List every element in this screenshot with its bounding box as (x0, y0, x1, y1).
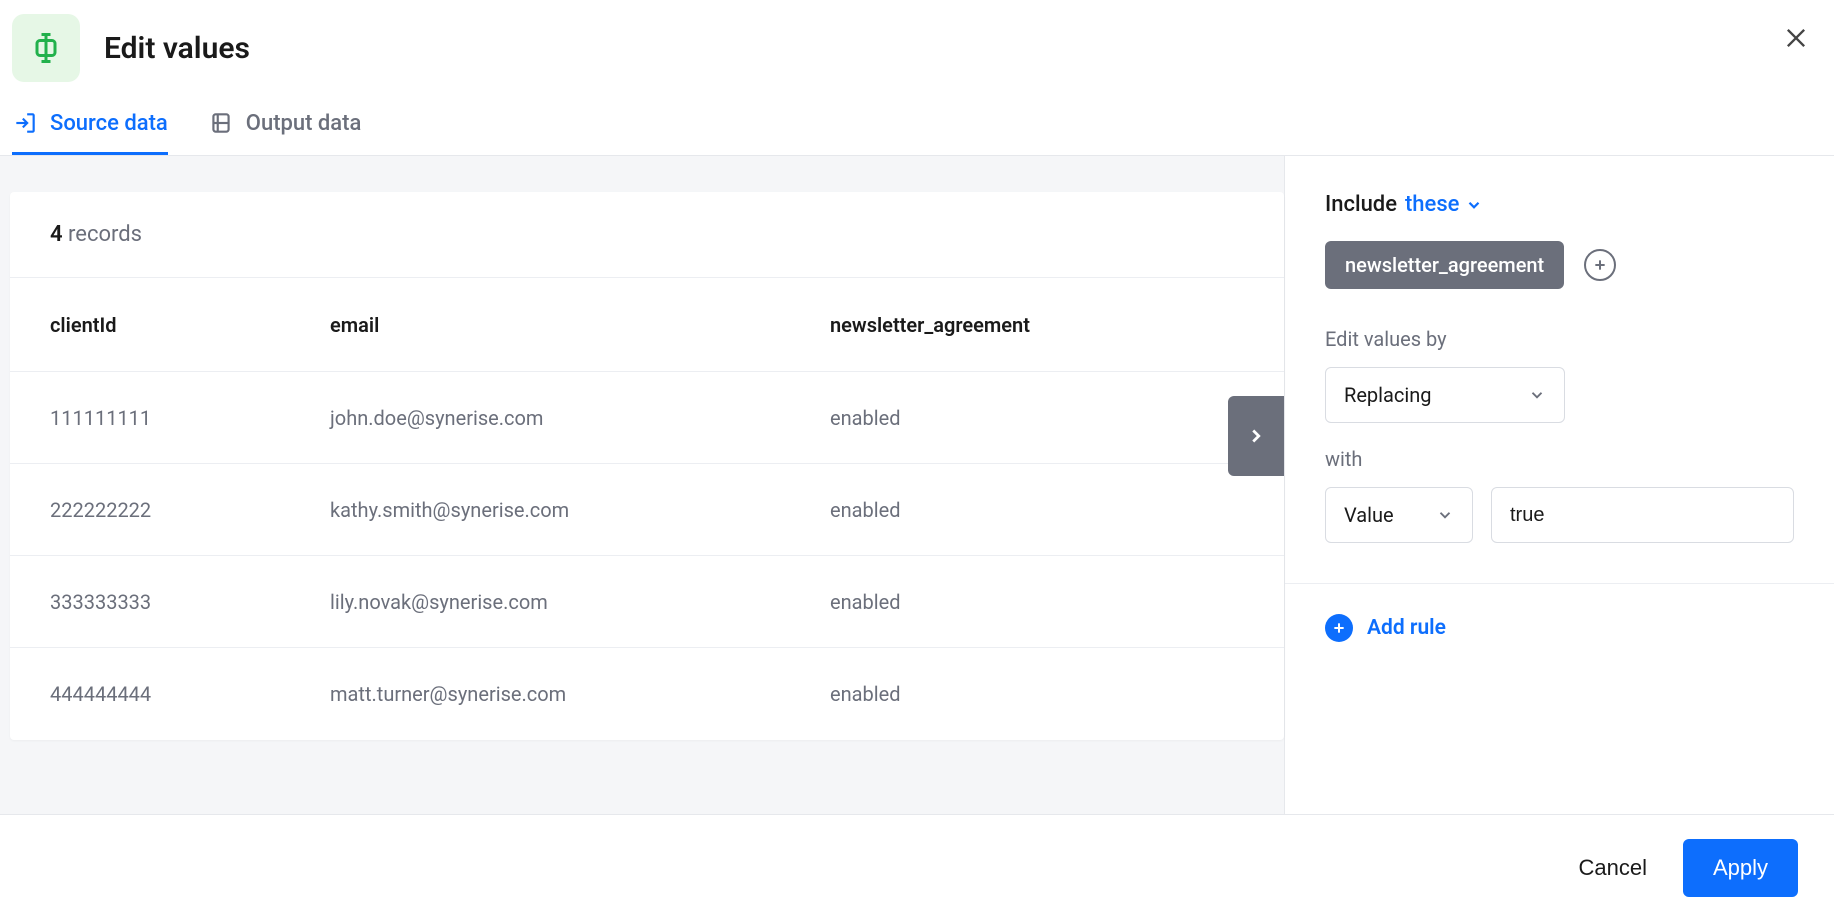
col-header-clientid: clientId (50, 313, 330, 337)
cancel-button[interactable]: Cancel (1578, 855, 1646, 881)
cell-newsletter: enabled (830, 590, 1244, 614)
plus-icon (1592, 257, 1608, 273)
cell-clientid: 444444444 (50, 682, 330, 706)
with-type-select[interactable]: Value (1325, 487, 1473, 543)
cell-email: john.doe@synerise.com (330, 406, 830, 430)
chevron-down-icon (1528, 386, 1546, 404)
add-column-chip-button[interactable] (1584, 249, 1616, 281)
table-row: 333333333 lily.novak@synerise.com enable… (10, 556, 1284, 648)
include-mode-dropdown[interactable]: these (1405, 192, 1483, 217)
table-row: 444444444 matt.turner@synerise.com enabl… (10, 648, 1284, 740)
col-header-email: email (330, 313, 830, 337)
plus-circle-icon (1325, 614, 1353, 642)
table-header-row: clientId email newsletter_agreement (10, 278, 1284, 372)
cell-email: lily.novak@synerise.com (330, 590, 830, 614)
tabs-bar: Source data Output data (0, 100, 1834, 155)
cell-clientid: 111111111 (50, 406, 330, 430)
cell-email: kathy.smith@synerise.com (330, 498, 830, 522)
tab-output-data[interactable]: Output data (208, 100, 362, 155)
dialog-footer: Cancel Apply (0, 814, 1834, 920)
source-data-icon (12, 110, 38, 136)
chevron-down-icon (1436, 506, 1454, 524)
cell-newsletter: enabled (830, 682, 1244, 706)
records-card: 4 records clientId email newsletter_agre… (10, 192, 1284, 740)
expand-panel-button[interactable] (1228, 396, 1284, 476)
tab-label: Source data (50, 111, 168, 136)
columns-chip-row: newsletter_agreement (1325, 241, 1794, 289)
table-row: 222222222 kathy.smith@synerise.com enabl… (10, 464, 1284, 556)
edit-values-icon (12, 14, 80, 82)
add-rule-button[interactable]: Add rule (1325, 614, 1794, 642)
cell-newsletter: enabled (830, 406, 1244, 430)
tab-label: Output data (246, 111, 362, 136)
dialog-header: Edit values (0, 0, 1834, 100)
records-table: clientId email newsletter_agreement 1111… (10, 278, 1284, 740)
dialog-title: Edit values (104, 31, 250, 66)
include-label: Include (1325, 192, 1397, 217)
config-panel: Include these newsletter_agreement Edit … (1284, 156, 1834, 837)
edit-by-label: Edit values by (1325, 327, 1794, 351)
cell-clientid: 333333333 (50, 590, 330, 614)
chevron-down-icon (1465, 196, 1483, 214)
source-data-panel: 4 records clientId email newsletter_agre… (0, 156, 1284, 837)
divider (1285, 583, 1834, 584)
tab-source-data[interactable]: Source data (12, 100, 168, 155)
output-data-icon (208, 110, 234, 136)
close-button[interactable] (1782, 24, 1810, 56)
chevron-right-icon (1245, 425, 1267, 447)
cell-clientid: 222222222 (50, 498, 330, 522)
edit-by-select[interactable]: Replacing (1325, 367, 1565, 423)
records-count: 4 records (10, 192, 1284, 278)
with-label: with (1325, 447, 1794, 471)
main-area: 4 records clientId email newsletter_agre… (0, 155, 1834, 837)
col-header-newsletter: newsletter_agreement (830, 313, 1244, 337)
table-row: 111111111 john.doe@synerise.com enabled (10, 372, 1284, 464)
with-value-input[interactable] (1491, 487, 1794, 543)
column-chip[interactable]: newsletter_agreement (1325, 241, 1564, 289)
include-row: Include these (1325, 192, 1794, 217)
apply-button[interactable]: Apply (1683, 839, 1798, 897)
cell-email: matt.turner@synerise.com (330, 682, 830, 706)
cell-newsletter: enabled (830, 498, 1244, 522)
